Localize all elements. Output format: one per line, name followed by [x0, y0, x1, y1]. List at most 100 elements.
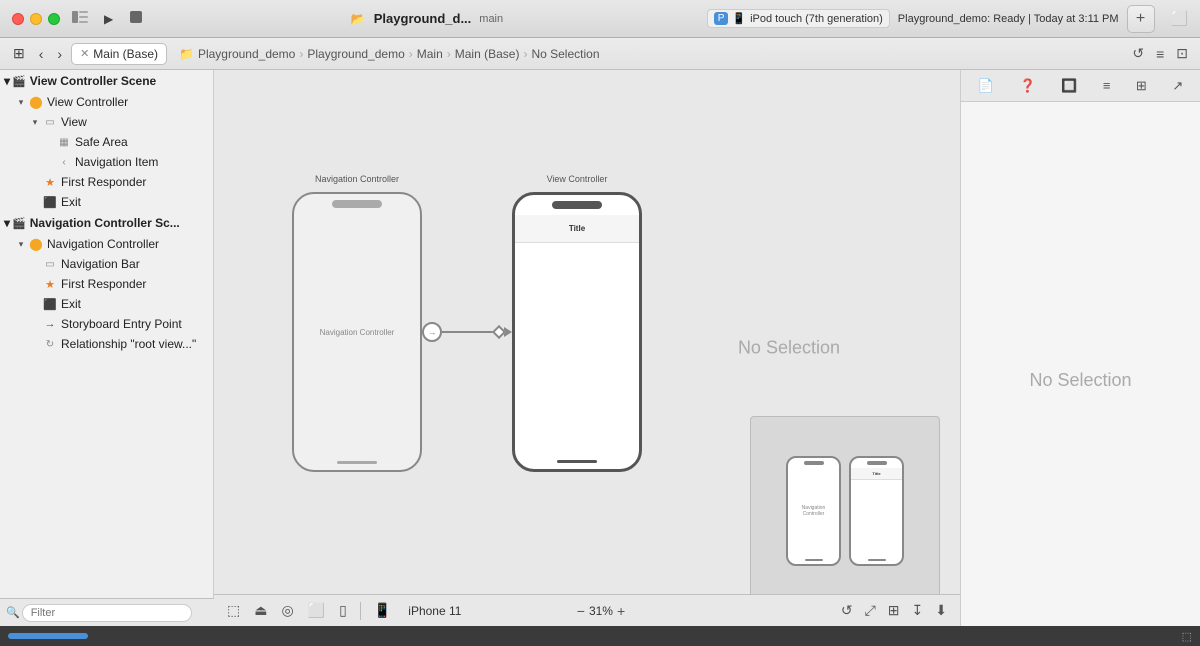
sidebar-toggle-button[interactable] [68, 8, 92, 29]
pin-btn[interactable]: ↧ [907, 599, 929, 622]
file-navigator: ▾ 🎬 View Controller Scene ▾ ⬤ View Contr… [0, 70, 214, 626]
no-selection-inspector-label: No Selection [1029, 370, 1131, 391]
view-controller-scene-header[interactable]: ▾ 🎬 View Controller Scene [0, 70, 213, 92]
list-view-button[interactable]: ≡ [1152, 43, 1168, 65]
bookmark-button[interactable]: ⊡ [1172, 42, 1192, 65]
minimize-button[interactable] [30, 13, 42, 25]
breadcrumb-playground-demo1[interactable]: Playground_demo [198, 47, 295, 61]
vc-scene-disclosure[interactable]: ▾ [4, 74, 10, 88]
connections-inspector-btn[interactable]: ↗ [1166, 75, 1189, 97]
zoom-in-button[interactable]: + [617, 603, 625, 619]
first-responder-2-item[interactable]: ★ First Responder [0, 274, 213, 294]
nav-controller-phone[interactable]: Navigation Controller [292, 192, 422, 472]
vc-disclosure[interactable]: ▾ [14, 97, 28, 108]
divider-1 [360, 602, 361, 620]
nc-scene-disclosure[interactable]: ▾ [4, 216, 10, 230]
split-view-button[interactable]: ⬜ [1171, 10, 1188, 27]
navigation-controller-icon: ⬤ [28, 236, 44, 252]
view-controller-scene-section: ▾ 🎬 View Controller Scene ▾ ⬤ View Contr… [0, 70, 213, 212]
first-responder-2-icon: ★ [42, 276, 58, 292]
breadcrumb-playground-demo2[interactable]: Playground_demo [307, 47, 404, 61]
filter-bar: 🔍 [0, 598, 214, 626]
back-button[interactable]: ‹ [34, 43, 49, 65]
inspector-content: No Selection [961, 102, 1200, 626]
filter-icon: 🔍 [6, 606, 20, 619]
zoom-label: 31% [589, 604, 613, 618]
progress-bar [8, 633, 88, 639]
layout-btn-3[interactable]: ◎ [276, 599, 298, 622]
exit-2-item[interactable]: ⬛ Exit [0, 294, 213, 314]
zoom-control: − 31% + [577, 603, 625, 619]
navigation-bar-item[interactable]: ▭ Navigation Bar [0, 254, 213, 274]
navigation-controller-scene-section: ▾ 🎬 Navigation Controller Sc... ▾ ⬤ Navi… [0, 212, 213, 354]
grid-view-button[interactable]: ⊞ [8, 42, 30, 65]
breadcrumb-main[interactable]: Main [417, 47, 443, 61]
mini-nav-phone: NavigationController [786, 456, 841, 566]
maximize-button[interactable] [48, 13, 60, 25]
breadcrumb-item-1[interactable]: 📁 [179, 47, 194, 61]
arrow-line-body [442, 331, 494, 333]
view-disclosure[interactable]: ▾ [28, 117, 42, 128]
storyboard-canvas-area[interactable]: Navigation Controller Navigation Control… [214, 70, 960, 626]
storyboard-entry-icon: → [42, 316, 58, 332]
refresh-canvas-btn[interactable]: ↺ [836, 599, 858, 622]
tab-label: Main (Base) [93, 47, 158, 61]
size-inspector-btn[interactable]: ⊞ [1130, 75, 1153, 97]
relationship-item[interactable]: ↻ Relationship "root view..." [0, 334, 213, 354]
view-item[interactable]: ▾ ▭ View [0, 112, 213, 132]
attributes-inspector-btn[interactable]: ≡ [1097, 75, 1117, 96]
view-controller-item[interactable]: ▾ ⬤ View Controller [0, 92, 213, 112]
arrange-btn[interactable]: ⤢ [860, 599, 881, 622]
relationship-icon: ↻ [42, 336, 58, 352]
device-selector-label: iPhone 11 [408, 604, 461, 618]
view-controller-scene-group: View Controller Title [512, 192, 642, 472]
close-button[interactable] [12, 13, 24, 25]
exit-item[interactable]: ⬛ Exit [0, 192, 213, 212]
inspector-icon-bar: 📄 ❓ 🔲 ≡ ⊞ ↗ [961, 70, 1200, 102]
zoom-out-button[interactable]: − [577, 603, 585, 619]
forward-button[interactable]: › [52, 43, 67, 65]
main-tab[interactable]: ✕ Main (Base) [71, 43, 167, 65]
navigation-controller-item[interactable]: ▾ ⬤ Navigation Controller [0, 234, 213, 254]
device-info[interactable]: P 📱 iPod touch (7th generation) [707, 9, 890, 28]
navigation-item-icon: ‹ [56, 154, 72, 170]
storyboard-content: Navigation Controller Navigation Control… [214, 70, 720, 594]
breadcrumb-no-selection[interactable]: No Selection [531, 47, 599, 61]
navigation-item-item[interactable]: ‹ Navigation Item [0, 152, 213, 172]
toolbar-right: ↺ ≡ ⊡ [1128, 42, 1192, 65]
status-bar: ⬚ [0, 626, 1200, 646]
identity-inspector-btn[interactable]: 🔲 [1055, 75, 1083, 97]
layout-btn-2[interactable]: ⏏ [249, 599, 272, 622]
filter-input[interactable] [22, 604, 192, 622]
bottom-toolbar: ⬚ ⏏ ◎ ⬜ ▯ 📱 iPhone 11 − 31% + ↺ ⤢ ⊞ ↧ [214, 594, 960, 626]
project-badge: P [714, 12, 729, 25]
layout-btn-5[interactable]: ▯ [334, 599, 352, 622]
storyboard-entry-item[interactable]: → Storyboard Entry Point [0, 314, 213, 334]
arrow-connector: → [422, 322, 512, 342]
stop-button[interactable] [125, 8, 147, 29]
view-controller-phone[interactable]: Title [512, 192, 642, 472]
first-responder-item[interactable]: ★ First Responder [0, 172, 213, 192]
no-selection-label: No Selection [738, 338, 840, 359]
align-btn[interactable]: ⊞ [883, 599, 905, 622]
view-controller-scene-title: View Controller [512, 174, 642, 184]
device-btn[interactable]: 📱 [369, 599, 396, 622]
breadcrumb-main-base[interactable]: Main (Base) [455, 47, 520, 61]
app-name-label: Playground_d... [374, 11, 472, 26]
nc-disclosure[interactable]: ▾ [14, 239, 28, 250]
navigation-controller-scene-header[interactable]: ▾ 🎬 Navigation Controller Sc... [0, 212, 213, 234]
refresh-button[interactable]: ↺ [1128, 42, 1148, 65]
arrow-start-circle: → [422, 322, 442, 342]
add-button[interactable]: + [1127, 5, 1155, 33]
layout-btn-4[interactable]: ⬜ [303, 599, 330, 622]
file-inspector-btn[interactable]: 📄 [972, 75, 1000, 97]
safe-area-item[interactable]: ▦ Safe Area [0, 132, 213, 152]
mini-preview-panel: NavigationController Title [750, 416, 940, 606]
run-button[interactable]: ▶ [100, 10, 117, 28]
help-inspector-btn[interactable]: ❓ [1013, 75, 1041, 97]
titlebar-center: 📂 Playground_d... main [155, 11, 698, 26]
layout-btn-1[interactable]: ⬚ [222, 599, 245, 622]
download-btn[interactable]: ⬇ [930, 599, 952, 622]
breadcrumb: 📁 Playground_demo › Playground_demo › Ma… [179, 47, 600, 61]
console-button[interactable]: ⬚ [1182, 630, 1192, 643]
